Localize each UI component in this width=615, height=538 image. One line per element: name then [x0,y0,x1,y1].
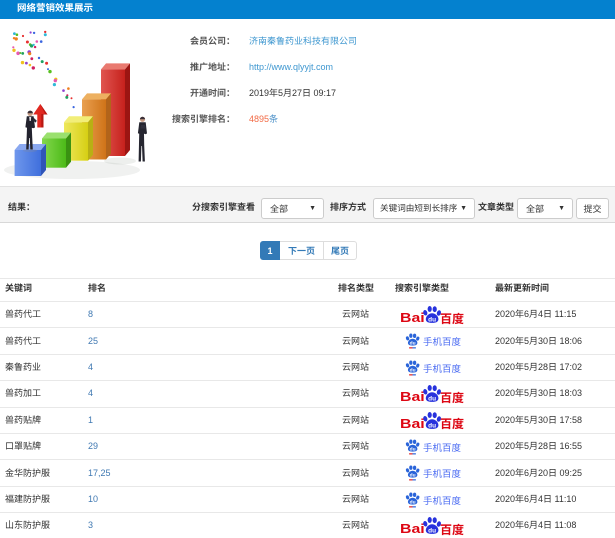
svg-text:du: du [410,341,416,347]
svg-text:du: du [410,367,416,373]
svg-text:du: du [428,316,436,323]
svg-text:du: du [410,473,416,479]
svg-text:du: du [410,446,416,452]
svg-text:du: du [428,396,436,403]
svg-text:du: du [410,499,416,505]
svg-text:du: du [428,422,436,429]
svg-text:du: du [428,528,436,535]
